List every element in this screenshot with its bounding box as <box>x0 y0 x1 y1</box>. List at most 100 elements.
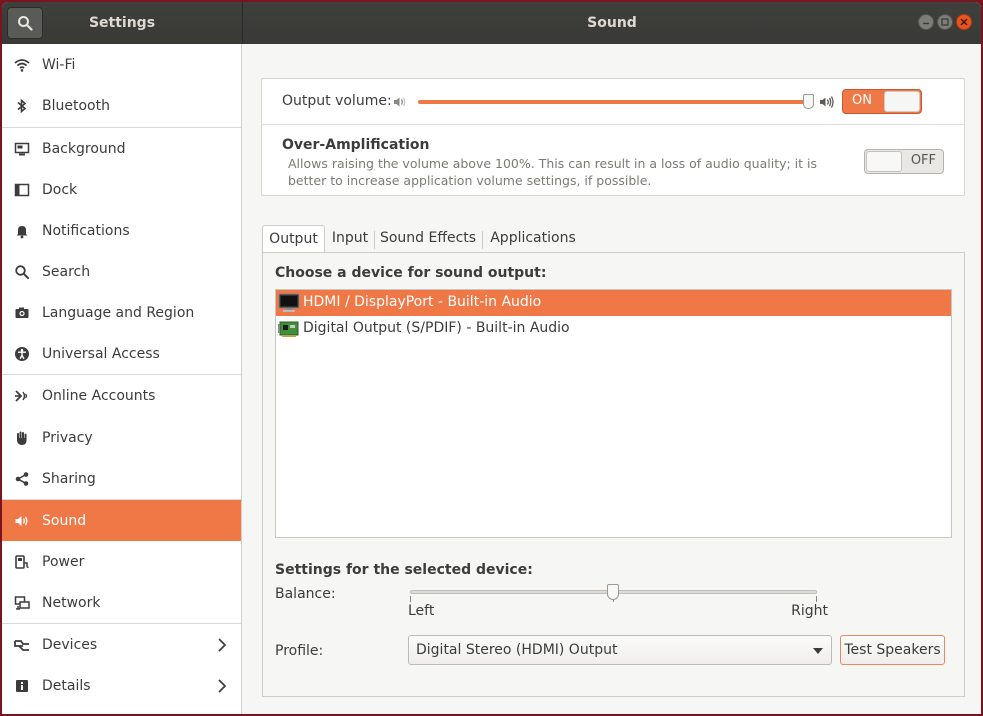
sidebar-item-privacy[interactable]: Privacy <box>2 417 241 458</box>
sidebar-item-label: Language and Region <box>42 304 195 321</box>
volume-high-icon <box>819 95 835 109</box>
toggle-knob <box>884 91 920 112</box>
over-amplification-description: Allows raising the volume above 100%. Th… <box>288 156 818 188</box>
sidebar-item-label: Sharing <box>42 470 96 487</box>
search-icon <box>18 16 33 31</box>
sidebar-item-label: Privacy <box>42 429 93 446</box>
sound-card-icon <box>278 319 300 339</box>
sidebar-item-language-and-region[interactable]: Language and Region <box>2 292 241 333</box>
test-speakers-button[interactable]: Test Speakers <box>840 635 945 665</box>
output-tab-panel: Choose a device for sound output: HDMI /… <box>262 252 965 697</box>
dock-icon <box>14 182 30 198</box>
output-volume-label: Output volume: <box>282 93 392 109</box>
maximize-icon <box>941 18 949 26</box>
tab-divider <box>374 231 375 249</box>
sidebar-item-search[interactable]: Search <box>2 251 241 292</box>
device-label: Digital Output (S/PDIF) - Built-in Audio <box>303 320 570 336</box>
sidebar-item-notifications[interactable]: Notifications <box>2 210 241 251</box>
devices-icon <box>14 637 30 653</box>
device-heading: Choose a device for sound output: <box>275 265 547 281</box>
sidebar-item-sharing[interactable]: Sharing <box>2 458 241 499</box>
speaker-icon <box>14 513 30 529</box>
chevron-right-icon <box>217 637 227 653</box>
online-accounts-icon <box>14 388 30 404</box>
output-volume-slider-handle[interactable] <box>803 94 814 109</box>
minimize-icon <box>923 22 929 25</box>
toggle-state: OFF <box>910 153 936 168</box>
chevron-right-icon <box>217 678 227 694</box>
minimize-button[interactable] <box>918 14 934 30</box>
settings-window: Settings Sound Wi-Fi Bluetooth Backgroun… <box>2 2 981 714</box>
list-item-spdif[interactable]: Digital Output (S/PDIF) - Built-in Audio <box>276 316 951 342</box>
tab-input[interactable]: Input <box>328 225 372 253</box>
sidebar-item-label: Dock <box>42 181 78 198</box>
search-icon <box>14 264 30 280</box>
profile-dropdown[interactable]: Digital Stereo (HDMI) Output <box>408 635 832 665</box>
title-bar: Settings Sound <box>2 2 981 44</box>
info-icon <box>14 678 30 694</box>
close-button[interactable] <box>956 14 972 30</box>
balance-left-label: Left <box>408 603 435 619</box>
network-icon <box>14 595 30 611</box>
bell-icon <box>14 223 30 239</box>
sidebar-item-power[interactable]: Power <box>2 541 241 582</box>
bluetooth-icon <box>14 98 30 114</box>
volume-low-icon <box>393 95 407 109</box>
app-title: Settings <box>88 15 156 31</box>
device-label: HDMI / DisplayPort - Built-in Audio <box>303 294 542 310</box>
volume-frame: Output volume: ON Over-Amplification All… <box>261 78 965 196</box>
sidebar-item-dock[interactable]: Dock <box>2 169 241 210</box>
balance-tick <box>410 596 411 602</box>
sidebar-item-devices[interactable]: Devices <box>2 624 241 665</box>
sidebar-item-label: Wi-Fi <box>42 56 76 73</box>
sidebar-item-online-accounts[interactable]: Online Accounts <box>2 375 241 417</box>
profile-label: Profile: <box>275 643 324 659</box>
balance-tick <box>816 596 817 602</box>
sidebar-item-label: Background <box>42 140 126 157</box>
list-item-hdmi[interactable]: HDMI / DisplayPort - Built-in Audio <box>276 290 951 316</box>
sidebar-item-label: Details <box>42 677 91 694</box>
sidebar-item-label: Sound <box>42 512 87 529</box>
over-amplification-toggle[interactable]: OFF <box>864 149 944 174</box>
balance-label: Balance: <box>275 586 336 602</box>
sidebar-item-label: Bluetooth <box>42 98 110 114</box>
profile-value: Digital Stereo (HDMI) Output <box>416 642 618 658</box>
sidebar-item-bluetooth[interactable]: Bluetooth <box>2 85 241 127</box>
page-title: Sound <box>587 15 637 31</box>
monitor-icon <box>278 293 300 313</box>
tab-divider <box>482 231 483 249</box>
output-device-list: HDMI / DisplayPort - Built-in Audio Digi… <box>275 289 952 538</box>
sidebar-item-background[interactable]: Background <box>2 128 241 169</box>
sidebar-item-universal-access[interactable]: Universal Access <box>2 333 241 374</box>
sidebar-item-sound[interactable]: Sound <box>2 500 241 541</box>
output-volume-toggle[interactable]: ON <box>842 89 922 114</box>
maximize-button[interactable] <box>937 14 953 30</box>
tab-sound-effects[interactable]: Sound Effects <box>377 225 479 253</box>
hand-icon <box>14 430 30 446</box>
sidebar-item-wifi[interactable]: Wi-Fi <box>2 44 241 85</box>
power-icon <box>14 554 30 570</box>
sidebar-item-network[interactable]: Network <box>2 582 241 623</box>
toggle-state: ON <box>852 93 872 108</box>
sidebar-item-label: Devices <box>42 636 98 653</box>
chevron-down-icon <box>813 648 823 654</box>
sidebar-item-label: Universal Access <box>42 345 160 362</box>
sidebar-item-label: Network <box>42 594 101 611</box>
balance-right-label: Right <box>791 603 828 619</box>
sidebar: Wi-Fi Bluetooth Background Dock Notifica… <box>2 44 242 714</box>
sidebar-item-label: Notifications <box>42 222 130 239</box>
tab-applications[interactable]: Applications <box>485 225 581 253</box>
sidebar-item-details[interactable]: Details <box>2 665 241 706</box>
output-volume-slider-track[interactable] <box>418 100 810 104</box>
over-amplification-title: Over-Amplification <box>282 137 430 153</box>
settings-heading: Settings for the selected device: <box>275 562 533 578</box>
toggle-knob <box>866 151 902 172</box>
background-icon <box>14 141 30 157</box>
share-icon <box>14 471 30 487</box>
accessibility-icon <box>14 346 30 362</box>
balance-slider-handle[interactable] <box>607 584 619 600</box>
search-button[interactable] <box>7 7 43 39</box>
sidebar-item-label: Power <box>42 553 85 570</box>
tab-output[interactable]: Output <box>262 225 325 253</box>
wifi-icon <box>14 57 30 73</box>
